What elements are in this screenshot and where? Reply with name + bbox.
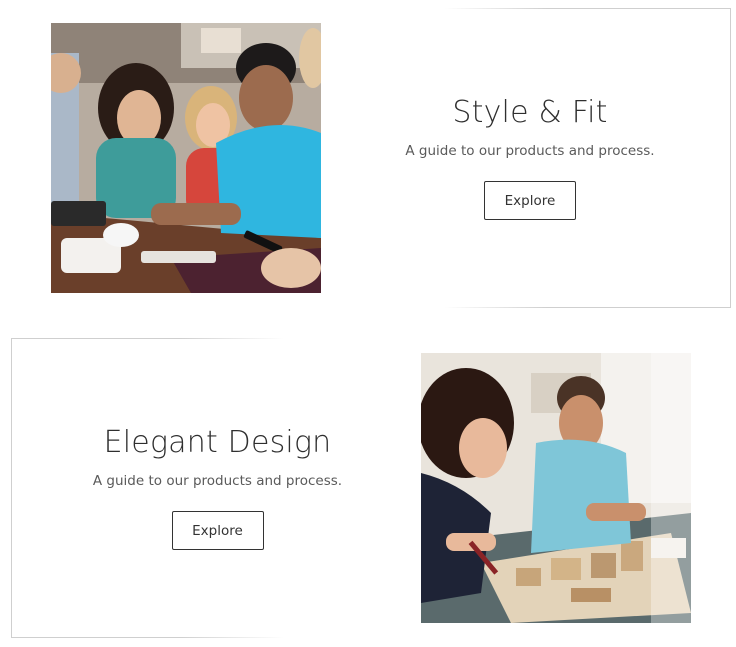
explore-button[interactable]: Explore xyxy=(484,181,576,220)
feature-panel: Style & Fit A guide to our products and … xyxy=(322,8,731,308)
feature-title: Elegant Design xyxy=(103,425,332,460)
feature-subtitle: A guide to our products and process. xyxy=(405,143,655,159)
friends-phones-photo xyxy=(51,23,321,293)
feature-panel: Elegant Design A guide to our products a… xyxy=(11,338,431,638)
designers-model-photo xyxy=(421,353,691,623)
explore-button[interactable]: Explore xyxy=(171,511,264,550)
feature-subtitle: A guide to our products and process. xyxy=(92,473,343,489)
feature-title: Style & Fit xyxy=(452,95,608,130)
